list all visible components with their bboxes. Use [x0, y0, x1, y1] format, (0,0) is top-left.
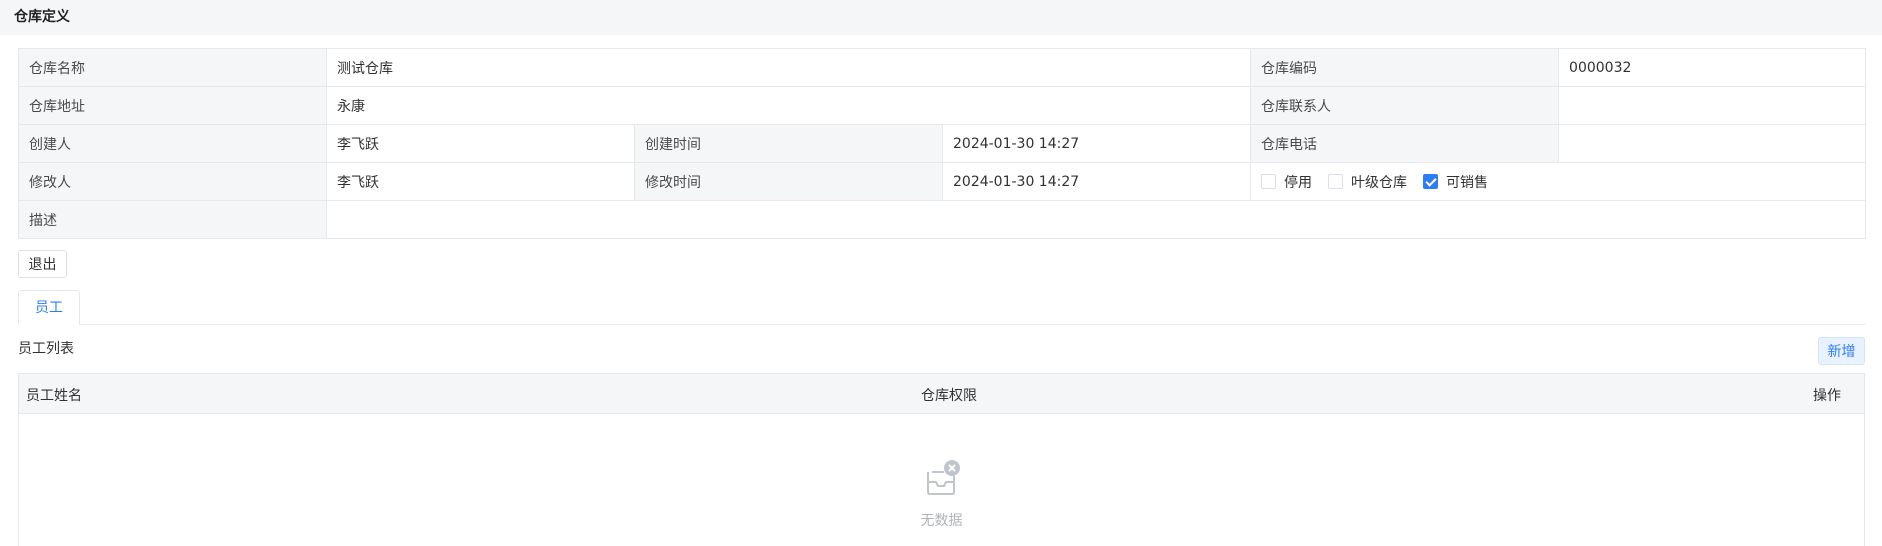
contact-label: 仓库联系人: [1250, 86, 1560, 125]
tab-employees[interactable]: 员工: [18, 290, 80, 325]
warehouse-form: 仓库名称 测试仓库 仓库编码 0000032 仓库地址 永康 仓库联系人 创建人…: [18, 48, 1867, 239]
contact-field[interactable]: [1558, 86, 1867, 125]
leaf-warehouse-checkbox-box[interactable]: [1328, 174, 1344, 189]
disabled-checkbox-label: 停用: [1284, 174, 1313, 191]
tab-bar: 员工: [18, 290, 1865, 325]
phone-field[interactable]: [1558, 124, 1867, 163]
page-title: 仓库定义: [0, 0, 1882, 35]
description-field[interactable]: [325, 200, 1867, 239]
employee-list-title: 员工列表: [18, 341, 74, 357]
modifier-value: 李飞跃: [326, 162, 635, 201]
modified-time-label: 修改时间: [634, 162, 943, 201]
column-header-actions: 操作: [1813, 388, 1841, 404]
disabled-checkbox-box[interactable]: [1261, 174, 1277, 189]
sellable-checkbox-label: 可销售: [1446, 174, 1489, 191]
created-time-label: 创建时间: [634, 124, 943, 163]
employee-table: 员工姓名 仓库权限 操作 无数据: [18, 373, 1865, 546]
leaf-warehouse-checkbox-label: 叶级仓库: [1351, 174, 1408, 191]
warehouse-code-field[interactable]: 0000032: [1558, 48, 1867, 87]
empty-state: 无数据: [19, 458, 1864, 530]
employee-table-header: 员工姓名 仓库权限 操作: [19, 374, 1864, 414]
address-field[interactable]: 永康: [325, 86, 1252, 125]
modifier-label: 修改人: [18, 162, 327, 201]
description-label: 描述: [18, 200, 327, 239]
column-header-warehouse-permission: 仓库权限: [921, 388, 977, 404]
warehouse-code-label: 仓库编码: [1250, 48, 1560, 87]
modified-time-value: 2024-01-30 14:27: [941, 162, 1252, 201]
warehouse-name-field[interactable]: 测试仓库: [325, 48, 1252, 87]
address-label: 仓库地址: [18, 86, 327, 125]
leaf-warehouse-checkbox[interactable]: 叶级仓库: [1328, 172, 1407, 192]
empty-inbox-icon: [922, 458, 962, 498]
sellable-checkbox[interactable]: 可销售: [1423, 172, 1488, 192]
creator-value: 李飞跃: [326, 124, 635, 163]
disabled-checkbox[interactable]: 停用: [1261, 172, 1312, 192]
status-checkbox-group: 停用 叶级仓库 可销售: [1250, 162, 1867, 201]
add-employee-button[interactable]: 新增: [1818, 337, 1865, 365]
creator-label: 创建人: [18, 124, 327, 163]
phone-label: 仓库电话: [1250, 124, 1560, 163]
column-header-employee-name: 员工姓名: [26, 388, 82, 404]
exit-button[interactable]: 退出: [18, 250, 67, 278]
sellable-checkbox-box[interactable]: [1423, 174, 1439, 189]
created-time-value: 2024-01-30 14:27: [941, 124, 1252, 163]
empty-text: 无数据: [920, 513, 963, 529]
warehouse-name-label: 仓库名称: [18, 48, 327, 87]
